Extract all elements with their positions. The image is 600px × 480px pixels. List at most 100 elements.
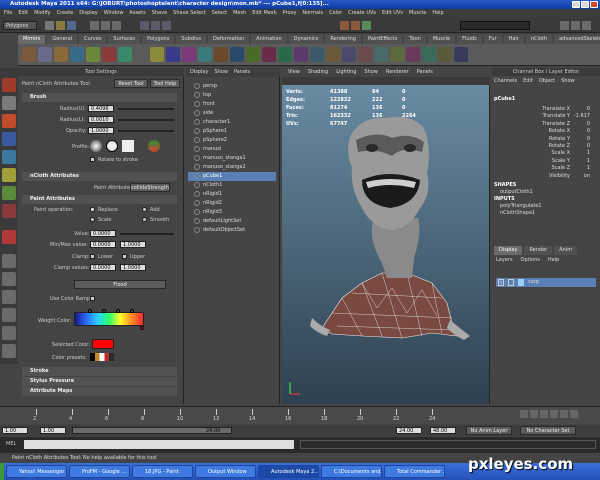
channel-row[interactable]: Scale Y 1	[494, 158, 596, 165]
flood-button[interactable]: Flood	[74, 280, 166, 289]
outliner-item[interactable]: defaultObjectSet	[188, 226, 276, 235]
outliner-item[interactable]: pSphere2	[188, 136, 276, 145]
mel-input[interactable]	[24, 440, 294, 449]
outliner-layout-icon[interactable]	[2, 344, 16, 358]
smooth-radio[interactable]	[142, 217, 147, 222]
select-component-icon[interactable]	[112, 21, 121, 30]
layout-icon[interactable]	[2, 326, 16, 340]
shelf-tool-icon[interactable]	[54, 47, 68, 62]
profile-texture-icon[interactable]	[148, 140, 160, 152]
snap-curve-icon[interactable]	[151, 21, 160, 30]
channel-value[interactable]: on	[584, 173, 590, 180]
character-set-dropdown[interactable]: No Character Set	[520, 426, 576, 435]
new-scene-icon[interactable]	[45, 21, 54, 30]
channel-value[interactable]: 1	[587, 150, 590, 157]
outliner-menu-item[interactable]: Show	[214, 68, 228, 77]
shelf-tab[interactable]: Deformation	[208, 35, 250, 44]
shelf-tool-icon[interactable]	[150, 47, 164, 62]
channel-value[interactable]: 1	[587, 165, 590, 172]
tool-help-button[interactable]: Tool Help	[150, 79, 180, 88]
time-slider[interactable]: 2 4 6 8 10 12 14 16 18 20 22 24	[0, 406, 600, 424]
render-settings-icon[interactable]	[362, 21, 371, 30]
channel-row[interactable]: Visibility on	[494, 173, 596, 180]
input-node[interactable]: nClothShape1	[500, 210, 600, 217]
viewport-panel[interactable]: View Shading Lighting Show Renderer Panels Ve…	[282, 68, 490, 404]
opacity-slider[interactable]	[118, 130, 174, 132]
step-forward-icon[interactable]	[560, 410, 568, 418]
shelf-tab[interactable]: Subdivs	[176, 35, 206, 44]
channel-row[interactable]: Translate X 0	[494, 106, 596, 113]
channel-value[interactable]: 0	[587, 121, 590, 128]
shelf-tool-icon[interactable]	[230, 47, 244, 62]
start-button[interactable]	[0, 463, 4, 480]
play-back-icon[interactable]	[540, 410, 548, 418]
menu-item[interactable]: File	[4, 9, 12, 18]
layer-editor-menu-item[interactable]: Help	[548, 257, 559, 265]
ramp-handle[interactable]	[140, 326, 144, 330]
shelf-tool-icon[interactable]	[390, 47, 404, 62]
render-icon[interactable]	[340, 21, 349, 30]
select-object-icon[interactable]	[101, 21, 110, 30]
last-tool-icon[interactable]	[2, 204, 16, 218]
outliner-item[interactable]: nRigid2	[188, 199, 276, 208]
outliner-item[interactable]: character1	[188, 118, 276, 127]
menu-item[interactable]: Window	[104, 9, 124, 18]
shelf-tab[interactable]: Surfaces	[108, 35, 141, 44]
menu-item[interactable]: Normals	[302, 9, 323, 18]
shelf-tab[interactable]: Hair	[503, 35, 524, 44]
shelf-tool-icon[interactable]	[246, 47, 260, 62]
paint-select-icon[interactable]	[2, 114, 16, 128]
outliner-item[interactable]: manuso_stanga1	[188, 154, 276, 163]
channel-row[interactable]: Translate Z 0	[494, 121, 596, 128]
taskbar-item[interactable]: C:\Documents and...	[321, 465, 382, 478]
shelf-tool-icon[interactable]	[310, 47, 324, 62]
shelf-tool-icon[interactable]	[326, 47, 340, 62]
ramp-handle[interactable]	[102, 309, 106, 313]
shelf-tab[interactable]: nCloth	[525, 35, 553, 44]
outliner-item[interactable]: side	[188, 109, 276, 118]
channel-box-icon[interactable]	[582, 21, 591, 30]
stylus-pressure-section-header[interactable]: Stylus Pressure	[22, 377, 177, 386]
layer-visibility-toggle[interactable]: V	[498, 279, 504, 286]
paint-attributes-header[interactable]: Paint Attributes	[22, 195, 177, 204]
shelf-tool-icon[interactable]	[342, 47, 356, 62]
channel-value[interactable]: 0	[587, 136, 590, 143]
step-back-icon[interactable]	[530, 410, 538, 418]
ramp-handle[interactable]	[116, 309, 120, 313]
layer-editor-tab[interactable]: Anim	[554, 246, 578, 255]
ncloth-attributes-header[interactable]: nCloth Attributes	[22, 172, 177, 181]
paint-tool-icon[interactable]	[2, 230, 16, 244]
snap-point-icon[interactable]	[162, 21, 171, 30]
shelf-tab[interactable]: Animation	[251, 35, 287, 44]
menu-item[interactable]: Create UVs	[348, 9, 376, 18]
ramp-handle[interactable]	[130, 309, 134, 313]
layer-display-toggle[interactable]	[508, 279, 514, 286]
close-button[interactable]	[590, 1, 598, 8]
radius-u-field[interactable]: 0.4096	[88, 105, 114, 112]
shelf-tool-icon[interactable]	[294, 47, 308, 62]
layer-editor-menu-item[interactable]: Layers	[496, 257, 513, 265]
quick-select-field[interactable]	[460, 21, 530, 30]
radius-u-slider[interactable]	[118, 108, 174, 110]
rotate-to-stroke-checkbox[interactable]	[90, 157, 95, 162]
shelf-tool-icon[interactable]	[182, 47, 196, 62]
shelf-tool-icon[interactable]	[198, 47, 212, 62]
min-value-field[interactable]: 0.0000	[90, 241, 116, 248]
shelf-tab[interactable]: Fur	[483, 35, 502, 44]
add-radio[interactable]	[142, 207, 147, 212]
outliner-item[interactable]: defaultLightSet	[188, 217, 276, 226]
channel-box-menu-item[interactable]: Channels	[494, 78, 517, 86]
start-time-field[interactable]: 1.00	[2, 427, 28, 434]
manipulator-icon[interactable]	[2, 186, 16, 200]
layer-editor-menu-item[interactable]: Options	[521, 257, 540, 265]
go-to-start-icon[interactable]	[520, 410, 528, 418]
shelf-tab[interactable]: Rendering	[325, 35, 361, 44]
paint-attribute-dropdown[interactable]: collideStrength	[130, 183, 170, 192]
ramp-handle[interactable]	[88, 309, 92, 313]
selected-color-swatch[interactable]	[92, 339, 114, 349]
shelf-tool-icon[interactable]	[166, 47, 180, 62]
menu-item[interactable]: Edit Mesh	[252, 9, 276, 18]
taskbar-item[interactable]: Yahoo! Messenger	[6, 465, 67, 478]
snap-grid-icon[interactable]	[140, 21, 149, 30]
menu-set-dropdown[interactable]: Polygons	[3, 21, 37, 30]
